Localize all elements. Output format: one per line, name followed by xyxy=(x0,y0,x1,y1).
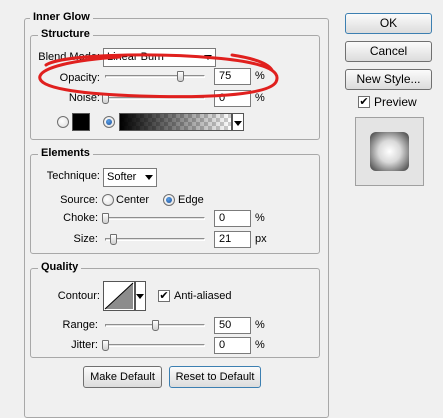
annotation-ellipse xyxy=(38,53,279,99)
